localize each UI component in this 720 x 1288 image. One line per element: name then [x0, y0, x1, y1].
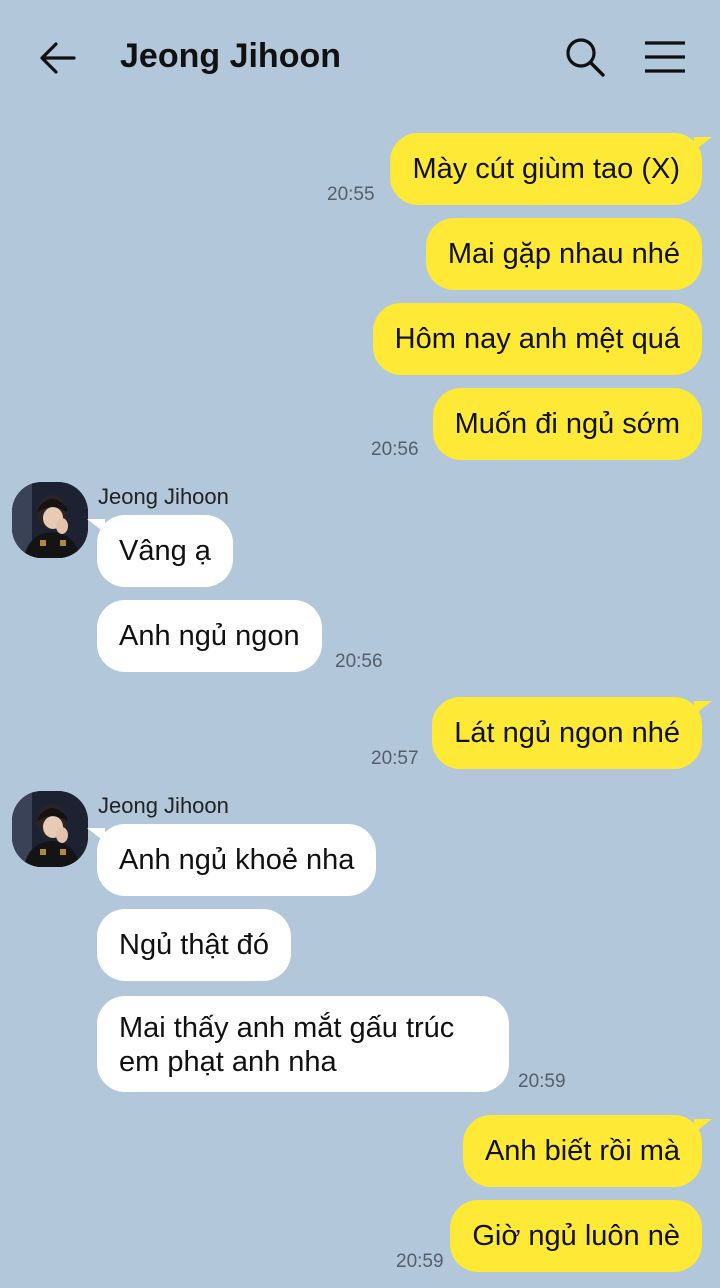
message-bubble-incoming[interactable]: Anh ngủ ngon [97, 600, 322, 672]
message-timestamp: 20:56 [335, 651, 383, 672]
profile-photo [12, 791, 88, 867]
message-bubble-outgoing[interactable]: Lát ngủ ngon nhé [432, 697, 712, 769]
message-timestamp: 20:59 [396, 1251, 444, 1272]
message-bubble-incoming[interactable]: Ngủ thật đó [97, 909, 291, 981]
message-bubble-outgoing[interactable]: Anh biết rồi mà [462, 1115, 713, 1187]
sender-name: Jeong Jihoon [98, 484, 229, 509]
profile-photo [12, 482, 88, 558]
search-icon[interactable] [564, 36, 606, 78]
hamburger-menu-icon[interactable] [644, 40, 686, 74]
message-timestamp: 20:57 [371, 748, 419, 769]
sender-name: Jeong Jihoon [98, 793, 229, 818]
message-timestamp: 20:59 [518, 1071, 566, 1092]
back-arrow-icon[interactable] [38, 38, 78, 78]
message-bubble-incoming[interactable]: Anh ngủ khoẻ nha [86, 824, 377, 896]
message-bubble-outgoing[interactable]: Muốn đi ngủ sớm [432, 388, 702, 460]
message-timestamp: 20:55 [327, 184, 375, 205]
message-bubble-incoming[interactable]: Mai thấy anh mắt gấu trúc em phạt anh nh… [97, 996, 509, 1092]
avatar[interactable] [12, 791, 88, 867]
avatar[interactable] [12, 482, 88, 558]
message-timestamp: 20:56 [371, 439, 419, 460]
message-bubble-incoming[interactable]: Vâng ạ [87, 515, 233, 587]
message-bubble-outgoing[interactable]: Mày cút giùm tao (X) [390, 133, 712, 205]
message-bubble-outgoing[interactable]: Giờ ngủ luôn nè [450, 1200, 702, 1272]
message-bubble-outgoing[interactable]: Hôm nay anh mệt quá [372, 303, 702, 375]
message-bubble-outgoing[interactable]: Mai gặp nhau nhé [425, 218, 702, 290]
chat-title: Jeong Jihoon [120, 37, 341, 75]
